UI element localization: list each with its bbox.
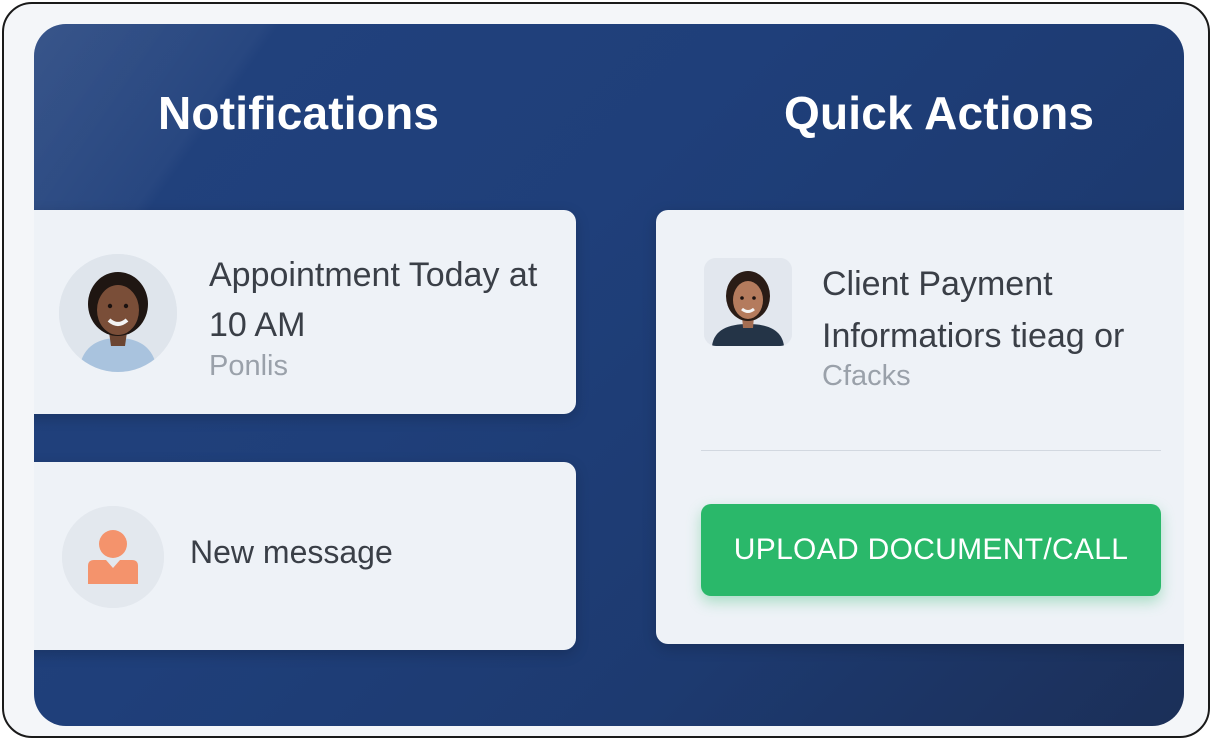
appointment-subtitle: Ponlis [209, 350, 288, 382]
appointment-notification-card[interactable]: Appointment Today at 10 AM Ponlis [34, 210, 576, 414]
appointment-avatar-icon [59, 254, 177, 372]
new-message-label: New message [190, 534, 393, 570]
window-frame: Notifications Quick Actions Appointment … [2, 2, 1210, 738]
client-payment-subtitle: Cfacks [822, 360, 911, 392]
quick-actions-heading: Quick Actions [784, 87, 1095, 139]
client-avatar-icon [704, 258, 792, 346]
quick-actions-card: Client Payment Informatiors tieag or Cfa… [656, 210, 1184, 644]
appointment-title: Appointment Today at 10 AM [209, 256, 538, 344]
dashboard-panel: Notifications Quick Actions Appointment … [34, 24, 1184, 726]
message-user-icon [62, 506, 164, 608]
client-payment-title: Client Payment Informatiors tieag or [822, 265, 1125, 355]
upload-document-call-button[interactable]: UPLOAD DOCUMENT/CALL [701, 504, 1161, 596]
card-divider [701, 450, 1161, 451]
notifications-heading: Notifications [158, 87, 440, 139]
new-message-card[interactable]: New message [34, 462, 576, 650]
